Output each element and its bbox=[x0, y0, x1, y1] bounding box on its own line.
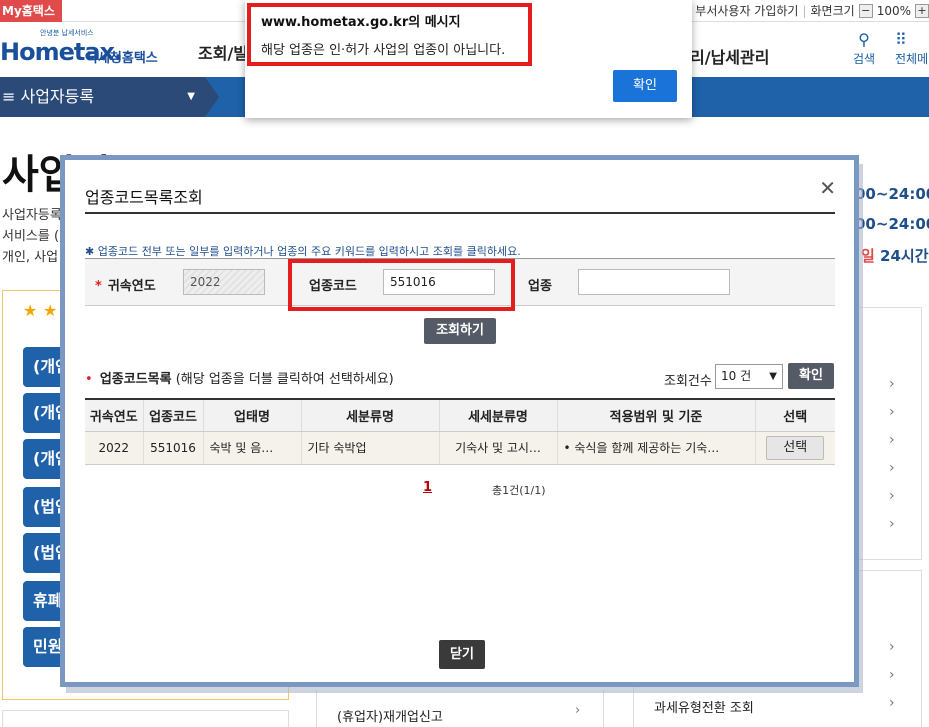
chevron-right-icon[interactable]: › bbox=[889, 639, 895, 655]
menu-arrow-shape bbox=[205, 77, 219, 117]
chevron-right-icon[interactable]: › bbox=[889, 432, 895, 448]
pagination-current-page[interactable]: 1 bbox=[423, 480, 432, 495]
search-notice: ✱ 업종코드 전부 또는 일부를 입력하거나 업종의 주요 키워드를 입력하시고… bbox=[85, 245, 521, 258]
description-line: 사업자등록 bbox=[2, 208, 62, 223]
dept-user-signup-link[interactable]: 부서사용자 가입하기 bbox=[695, 2, 798, 20]
table-row[interactable]: 2022 551016 숙박 및 음… 기타 숙박업 기숙사 및 고시… • 숙… bbox=[85, 431, 835, 465]
close-icon[interactable]: ✕ bbox=[819, 178, 836, 198]
cell-sub-subcategory: 기숙사 및 고시… bbox=[438, 431, 557, 465]
hometax-logo[interactable]: 안녕분 납세서비스 Hometax. 국세청홈택스 bbox=[0, 28, 170, 72]
required-marker: * bbox=[95, 279, 102, 294]
column-header: 귀속연도 bbox=[85, 399, 143, 432]
cell-year: 2022 bbox=[85, 431, 143, 465]
star-icon: ★ bbox=[23, 301, 38, 320]
count-label: 조회건수 bbox=[664, 374, 712, 389]
my-hometax-tab[interactable]: My홈택스 bbox=[0, 0, 62, 22]
list-heading: • 업종코드목록 (해당 업종을 더블 클릭하여 선택하세요) bbox=[85, 368, 394, 387]
count-select[interactable]: 10 건 ▼ bbox=[715, 364, 783, 389]
service-hours: 00~24:00 bbox=[855, 185, 929, 203]
mid-link-panel: (휴업자)재개업신고 › bbox=[316, 690, 604, 727]
count-confirm-button[interactable]: 확인 bbox=[788, 363, 834, 389]
modal-title: 업종코드목록조회 bbox=[85, 188, 203, 207]
zoom-out-button[interactable]: − bbox=[858, 4, 873, 18]
column-header: 업종코드 bbox=[142, 399, 203, 432]
list-title: 업종코드목록 bbox=[99, 372, 172, 387]
highlight-box bbox=[288, 259, 515, 311]
star-icon: ★ bbox=[43, 301, 58, 320]
cell-scope: • 숙식을 함께 제공하는 기숙… bbox=[556, 431, 755, 465]
industry-code-modal: 업종코드목록조회 ✕ ✱ 업종코드 전부 또는 일부를 입력하거나 업종의 주요… bbox=[60, 155, 859, 687]
column-header: 선택 bbox=[754, 399, 835, 432]
grid-icon: ⠿ bbox=[895, 30, 907, 49]
logo-subtitle: 국세청홈택스 bbox=[86, 51, 158, 66]
search-label: 검색 bbox=[852, 52, 876, 66]
left-panel-lower bbox=[2, 710, 289, 727]
hours-note-blue: 24시간 bbox=[880, 247, 929, 265]
utility-links: 부서사용자 가입하기 | 화면크기 − 100% + bbox=[695, 2, 929, 20]
bullet-icon: • bbox=[85, 372, 93, 387]
chevron-right-icon[interactable]: › bbox=[889, 376, 895, 392]
all-menu-button[interactable]: ⠿ 전체메 bbox=[895, 30, 929, 67]
chevron-right-icon[interactable]: › bbox=[889, 667, 895, 683]
alert-title: www.hometax.go.kr의 메시지 bbox=[261, 15, 461, 30]
menu-label: ≡ 사업자등록 bbox=[2, 87, 95, 106]
cell-subcategory: 기타 숙박업 bbox=[300, 431, 439, 465]
service-hours-note: 일 24시간 bbox=[861, 245, 929, 266]
industry-label: 업종 bbox=[528, 279, 552, 294]
cell-select: 선택 bbox=[754, 431, 835, 465]
description-line: 개인, 사업 bbox=[2, 250, 59, 265]
browser-alert-dialog: www.hometax.go.kr의 메시지 해당 업종은 인·허가 사업의 업… bbox=[245, 0, 692, 118]
alert-message: 해당 업종은 인·허가 사업의 업종이 아닙니다. bbox=[261, 43, 506, 58]
alert-ok-button[interactable]: 확인 bbox=[613, 70, 677, 102]
column-header: 업태명 bbox=[202, 399, 301, 432]
chevron-right-icon[interactable]: › bbox=[889, 460, 895, 476]
column-header: 적용범위 및 기준 bbox=[556, 399, 755, 432]
reopen-business-link[interactable]: (휴업자)재개업신고 bbox=[337, 706, 443, 725]
chevron-right-icon[interactable]: › bbox=[889, 488, 895, 504]
year-field: 2022 bbox=[183, 269, 265, 295]
column-header: 세분류명 bbox=[300, 399, 439, 432]
list-hint: (해당 업종을 더블 클릭하여 선택하세요) bbox=[175, 372, 394, 387]
tax-type-change-link[interactable]: 과세유형전환 조회 bbox=[654, 697, 754, 716]
caret-down-icon: ▼ bbox=[187, 91, 195, 102]
column-header: 세세분류명 bbox=[438, 399, 557, 432]
search-icon: ⚲ bbox=[858, 30, 870, 49]
zoom-in-button[interactable]: + bbox=[915, 4, 929, 18]
hours-note-red: 일 bbox=[861, 247, 875, 265]
search-button[interactable]: ⚲ 검색 bbox=[844, 30, 884, 67]
industry-code-table: 귀속연도 업종코드 업태명 세분류명 세세분류명 적용범위 및 기준 선택 20… bbox=[85, 398, 835, 465]
screen-size-label: 화면크기 bbox=[810, 4, 855, 18]
pagination-total: 총1건(1/1) bbox=[492, 484, 546, 497]
logo-tagline: 안녕분 납세서비스 bbox=[40, 29, 94, 37]
description-line: 서비스를 ( bbox=[2, 229, 60, 244]
industry-keyword-input[interactable] bbox=[578, 269, 730, 295]
chevron-right-icon[interactable]: › bbox=[889, 516, 895, 532]
divider bbox=[85, 212, 835, 214]
all-menu-label: 전체메 bbox=[895, 52, 929, 66]
service-hours: 00~24:00 bbox=[855, 215, 929, 233]
chevron-right-icon[interactable]: › bbox=[889, 695, 895, 711]
close-modal-button[interactable]: 닫기 bbox=[439, 640, 485, 669]
count-value: 10 건 bbox=[721, 369, 752, 383]
cell-code: 551016 bbox=[142, 431, 203, 465]
divider: | bbox=[802, 4, 807, 18]
chevron-down-icon: ▼ bbox=[769, 371, 777, 382]
cell-business-type: 숙박 및 음… bbox=[202, 431, 301, 465]
nav-item-inquiry[interactable]: 조회/빌 bbox=[198, 40, 248, 64]
select-row-button[interactable]: 선택 bbox=[766, 435, 825, 460]
table-header-row: 귀속연도 업종코드 업태명 세분류명 세세분류명 적용범위 및 기준 선택 bbox=[85, 399, 835, 432]
nav-item-tax-management[interactable]: 리/납세관리 bbox=[690, 44, 769, 68]
year-label: * 귀속연도 bbox=[95, 279, 156, 294]
menu-dropdown[interactable]: ≡ 사업자등록 ▼ bbox=[0, 77, 205, 117]
chevron-right-icon[interactable]: › bbox=[889, 404, 895, 420]
zoom-value: 100% bbox=[876, 4, 911, 18]
search-submit-button[interactable]: 조회하기 bbox=[424, 318, 496, 344]
chevron-right-icon[interactable]: › bbox=[575, 703, 580, 718]
